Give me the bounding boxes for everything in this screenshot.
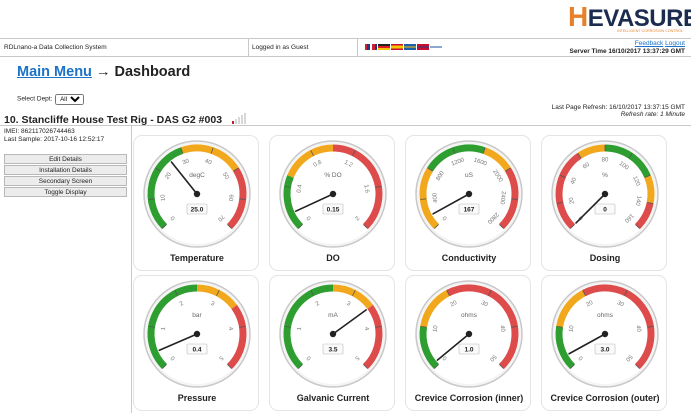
uk-flag-icon[interactable] [365, 44, 377, 50]
gauge-card: 0 1 2 3 4 5 mA 3.5 Galvanic Current [269, 275, 395, 411]
gauge-hub [193, 190, 201, 198]
gauge-label: Galvanic Current [296, 393, 370, 403]
gauge-value: 3.5 [328, 347, 337, 354]
gauge-hub [465, 330, 473, 338]
gauge-label: Dosing [589, 253, 621, 263]
gauge-card: 0 10 20 30 40 50 60 70 degC 25.0 Temperature [133, 135, 259, 271]
gauge-label: Temperature [170, 253, 224, 263]
gauge-zone-amber [644, 175, 655, 204]
gauge-dial: 01020 304050ohms3.0 [551, 280, 659, 388]
gauge-label: Crevice Corrosion (outer) [550, 393, 660, 403]
gauge-value: 167 [464, 207, 475, 214]
hevasure-logo: HEVASURE [568, 3, 691, 32]
edit-details-button[interactable]: Edit Details [4, 154, 127, 164]
gauge-tick-label: 80 [602, 158, 609, 164]
gauge-dial: 020406080100120140160%0 [551, 140, 659, 248]
gauge-dial: 012 345mA3.5 [279, 280, 387, 388]
gauge-value: 0.4 [192, 347, 201, 354]
gauge-unit: uS [465, 172, 474, 179]
gauge-tick-label: 400 [432, 192, 439, 203]
gauge-dial: 0102030 40506070degC25.0 [143, 140, 251, 248]
info-bar: RDLnano-a Data Collection System Logged … [0, 39, 691, 56]
gauge-unit: mA [328, 312, 338, 319]
account-links: Feedback Logout [635, 40, 685, 47]
device-imei: IMEI: 862117026744463 [4, 128, 75, 135]
gauge-value: 25.0 [191, 207, 204, 214]
logo-tagline: INTELLIGENT CORROSION CONTROL [617, 29, 684, 33]
gauge-hub [601, 330, 609, 338]
gauge-hub [329, 190, 337, 198]
page-title: Dashboard [114, 64, 191, 80]
gauge-dial: 012 345bar0.4 [143, 280, 251, 388]
breadcrumb: Main Menu → Dashboard [17, 64, 190, 80]
gauge-hub [601, 190, 609, 198]
system-name: RDLnano-a Data Collection System [4, 39, 249, 56]
gauge-hub [329, 330, 337, 338]
language-flags [365, 44, 442, 50]
logout-link[interactable]: Logout [665, 40, 685, 47]
toggle-display-button[interactable]: Toggle Display [4, 187, 127, 197]
gauge-value: 1.0 [464, 347, 473, 354]
gauge-unit: ohms [597, 312, 614, 319]
norway-flag-icon[interactable] [417, 44, 429, 50]
gauge-dial: 00.40.8 1.21.62% DO0.15 [279, 140, 387, 248]
gauge-label: Conductivity [441, 253, 497, 263]
infobar-divider [0, 56, 691, 57]
sweden-flag-icon[interactable] [404, 44, 416, 50]
installation-details-button[interactable]: Installation Details [4, 165, 127, 175]
gauge-dial: 01020 304050ohms1.0 [415, 280, 523, 388]
last-page-refresh: Last Page Refresh: 16/10/2017 13:37:15 G… [551, 104, 685, 111]
gauge-unit: bar [192, 312, 202, 319]
breadcrumb-arrow: → [95, 64, 111, 80]
gauge-hub [465, 190, 473, 198]
gauge-label: DO [326, 253, 340, 263]
gauge-unit: degC [189, 172, 205, 179]
last-sample: Last Sample: 2017-10-16 12:52:17 [4, 136, 105, 143]
refresh-rate: Refresh rate: 1 Minute [620, 111, 685, 118]
germany-flag-icon[interactable] [378, 44, 390, 50]
gauge-card: 0 0.4 0.8 1.2 1.6 2% DO 0.15 DO [269, 135, 395, 271]
gauge-value: 0 [603, 207, 607, 214]
dept-select[interactable]: All [55, 94, 85, 105]
main-menu-link[interactable]: Main Menu [17, 64, 92, 80]
secondary-screen-button[interactable]: Secondary Screen [4, 176, 127, 186]
gauge-label: Crevice Corrosion (inner) [414, 393, 524, 403]
logo-name: EVASURE [587, 5, 691, 32]
gauge-value: 0.15 [327, 207, 340, 214]
finland-flag-icon[interactable] [430, 44, 442, 50]
gauge-unit: % DO [324, 172, 341, 179]
dept-selector: Select Dept: All [17, 94, 85, 105]
logo-h: H [568, 1, 588, 32]
gauge-card: 0 400 800 1200 1600 2000 2400 2800 uS 167 Conducti… [405, 135, 531, 271]
gauge-unit: % [602, 172, 608, 179]
gauge-card: 0 10 20 30 40 50 ohms 1.0 Crevice Corrosion (inn… [405, 275, 531, 411]
feedback-link[interactable]: Feedback [635, 40, 664, 47]
gauge-unit: ohms [461, 312, 478, 319]
logged-in-status: Logged in as Guest [252, 39, 358, 56]
gauge-value: 3.0 [600, 347, 609, 354]
signal-strength-icon [232, 112, 246, 124]
gauge-hub [193, 330, 201, 338]
spain-flag-icon[interactable] [391, 44, 403, 50]
dept-label: Select Dept: [17, 95, 53, 103]
gauge-dial: 04008001200 1600200024002800uS167 [415, 140, 523, 248]
gauge-card: 0 10 20 30 40 50 ohms 3.0 Crevice Corrosion (out… [541, 275, 667, 411]
gauge-card: 0 1 2 3 4 5 bar 0.4 Pressure [133, 275, 259, 411]
gauge-label: Pressure [177, 393, 217, 403]
gauge-card: 020406080100120140160%0Dosing [541, 135, 667, 271]
server-time: Server Time 16/10/2017 13:37:29 GMT [569, 48, 685, 55]
